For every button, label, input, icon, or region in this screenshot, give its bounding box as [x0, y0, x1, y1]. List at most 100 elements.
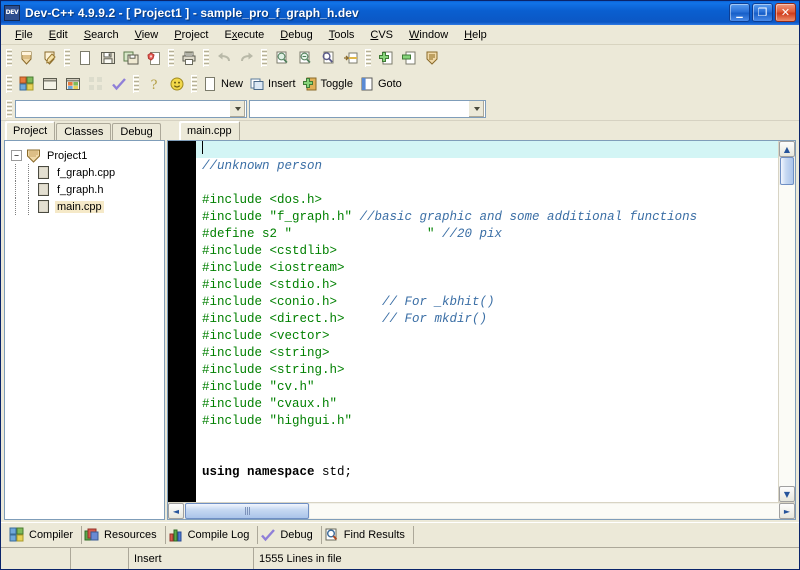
goto-line-button[interactable] — [339, 47, 362, 69]
menu-project[interactable]: Project — [166, 27, 216, 43]
code-token: #define s2 " " — [202, 227, 443, 241]
menu-execute[interactable]: Execute — [217, 27, 273, 43]
goto-label: Goto — [377, 78, 402, 90]
menu-file[interactable]: File — [7, 27, 41, 43]
tree-row-f-graph-cpp[interactable]: f_graph.cpp — [11, 164, 164, 181]
goto-button[interactable]: Goto — [357, 73, 406, 95]
tree-row-main-cpp[interactable]: main.cpp — [11, 198, 164, 215]
syntax-check-icon — [111, 78, 126, 91]
toolbar-grip[interactable] — [203, 49, 209, 67]
toolbar-grip[interactable] — [365, 49, 371, 67]
menu-tools[interactable]: Tools — [321, 27, 363, 43]
menu-search[interactable]: Search — [76, 27, 127, 43]
about-button[interactable] — [165, 73, 188, 95]
close-file-button[interactable] — [142, 47, 165, 69]
compile-run-button[interactable] — [61, 73, 84, 95]
save-button[interactable] — [96, 47, 119, 69]
remove-from-project-button[interactable] — [397, 47, 420, 69]
tree-indent — [24, 198, 37, 215]
source-file-icon — [38, 166, 49, 179]
toolbar-grip[interactable] — [6, 75, 12, 93]
scroll-up-button[interactable]: ▲ — [779, 141, 795, 157]
code-token: #include "cvaux.h" — [202, 397, 338, 411]
menu-window[interactable]: Window — [401, 27, 456, 43]
compile-button[interactable] — [15, 73, 38, 95]
add-to-project-button[interactable] — [374, 47, 397, 69]
menu-help[interactable]: Help — [456, 27, 495, 43]
scroll-right-button[interactable]: ► — [779, 503, 795, 519]
undo-button[interactable] — [212, 47, 235, 69]
bottom-tab-resources[interactable]: Resources — [82, 526, 166, 544]
toolbar-grip[interactable] — [133, 75, 139, 93]
collapse-expander-icon[interactable]: − — [11, 150, 22, 161]
menu-view[interactable]: View — [127, 27, 167, 43]
restore-button[interactable]: ❐ — [752, 3, 773, 22]
tab-main-cpp[interactable]: main.cpp — [179, 121, 240, 140]
editor-horizontal-scrollbar[interactable]: ◄ ► — [168, 502, 795, 519]
vertical-scroll-track[interactable] — [779, 185, 795, 486]
vertical-scroll-thumb[interactable] — [780, 157, 794, 185]
run-button[interactable] — [38, 73, 61, 95]
scroll-down-button[interactable]: ▼ — [779, 486, 795, 502]
tree-row-f-graph-h[interactable]: f_graph.h — [11, 181, 164, 198]
help-icon: ? — [150, 78, 157, 92]
save-icon — [100, 52, 115, 64]
combo-grip[interactable] — [6, 99, 12, 118]
find-next-button[interactable] — [293, 47, 316, 69]
insert-button[interactable]: Insert — [247, 73, 300, 95]
syntax-check-button[interactable] — [107, 73, 130, 95]
new-project-button[interactable] — [15, 47, 38, 69]
toolbar-grip[interactable] — [64, 49, 70, 67]
chevron-down-icon[interactable] — [468, 100, 484, 117]
code-line: #define s2 " " //20 pix — [196, 226, 778, 243]
toolbar-grip[interactable] — [191, 75, 197, 93]
horizontal-scroll-track[interactable] — [310, 504, 779, 518]
new-file-button[interactable] — [73, 47, 96, 69]
toolbar-grip[interactable] — [168, 49, 174, 67]
bottom-tab-debug[interactable]: Debug — [258, 526, 322, 544]
code-line: #include "highgui.h" — [196, 413, 778, 430]
toggle-button[interactable]: Toggle — [300, 73, 357, 95]
code-line: #include <string.h> — [196, 362, 778, 379]
close-icon: ✕ — [780, 6, 791, 19]
project-panel-tabs: Project Classes Debug — [1, 121, 167, 140]
tab-project[interactable]: Project — [5, 121, 56, 140]
compile-run-icon — [65, 78, 80, 90]
find-results-icon — [325, 528, 337, 541]
tab-classes[interactable]: Classes — [56, 123, 112, 140]
tab-debug[interactable]: Debug — [112, 123, 161, 140]
chevron-down-icon[interactable] — [229, 100, 245, 117]
toolbar-grip[interactable] — [261, 49, 267, 67]
find-button[interactable] — [270, 47, 293, 69]
scroll-left-button[interactable]: ◄ — [168, 503, 184, 519]
code-token: #include <stdio.h> — [202, 278, 338, 292]
rebuild-all-button[interactable] — [84, 73, 107, 95]
tree-row-project-root[interactable]: − Project1 — [11, 147, 164, 164]
menu-cvs[interactable]: CVS — [362, 27, 401, 43]
horizontal-scroll-thumb[interactable] — [185, 503, 309, 519]
menu-debug[interactable]: Debug — [272, 27, 320, 43]
status-bar: Insert 1555 Lines in file — [1, 547, 799, 569]
minimize-button[interactable]: _ — [729, 3, 750, 22]
close-file-icon — [146, 52, 160, 65]
help-button[interactable]: ? — [142, 73, 165, 95]
replace-button[interactable] — [316, 47, 339, 69]
save-all-button[interactable] — [119, 47, 142, 69]
open-project-button[interactable] — [38, 47, 61, 69]
new-bookmark-button[interactable]: New — [200, 73, 247, 95]
bottom-tab-compiler[interactable]: Compiler — [7, 526, 83, 544]
toolbar-grip[interactable] — [6, 49, 12, 67]
bottom-tab-compile-log[interactable]: Compile Log — [166, 526, 259, 544]
redo-button[interactable] — [235, 47, 258, 69]
editor-vertical-scrollbar[interactable]: ▲ ▼ — [778, 141, 795, 502]
menu-edit[interactable]: Edit — [41, 27, 76, 43]
print-button[interactable] — [177, 47, 200, 69]
class-browser-combo[interactable] — [15, 99, 247, 118]
bottom-tab-find-results[interactable]: Find Results — [322, 526, 414, 544]
header-file-icon — [38, 183, 49, 196]
code-token: #include "highgui.h" — [202, 414, 353, 428]
code-area[interactable]: //unknown person #include <dos.h> #include… — [196, 141, 778, 502]
project-options-button[interactable] — [420, 47, 443, 69]
member-browser-combo[interactable] — [249, 99, 486, 118]
close-button[interactable]: ✕ — [775, 3, 796, 22]
